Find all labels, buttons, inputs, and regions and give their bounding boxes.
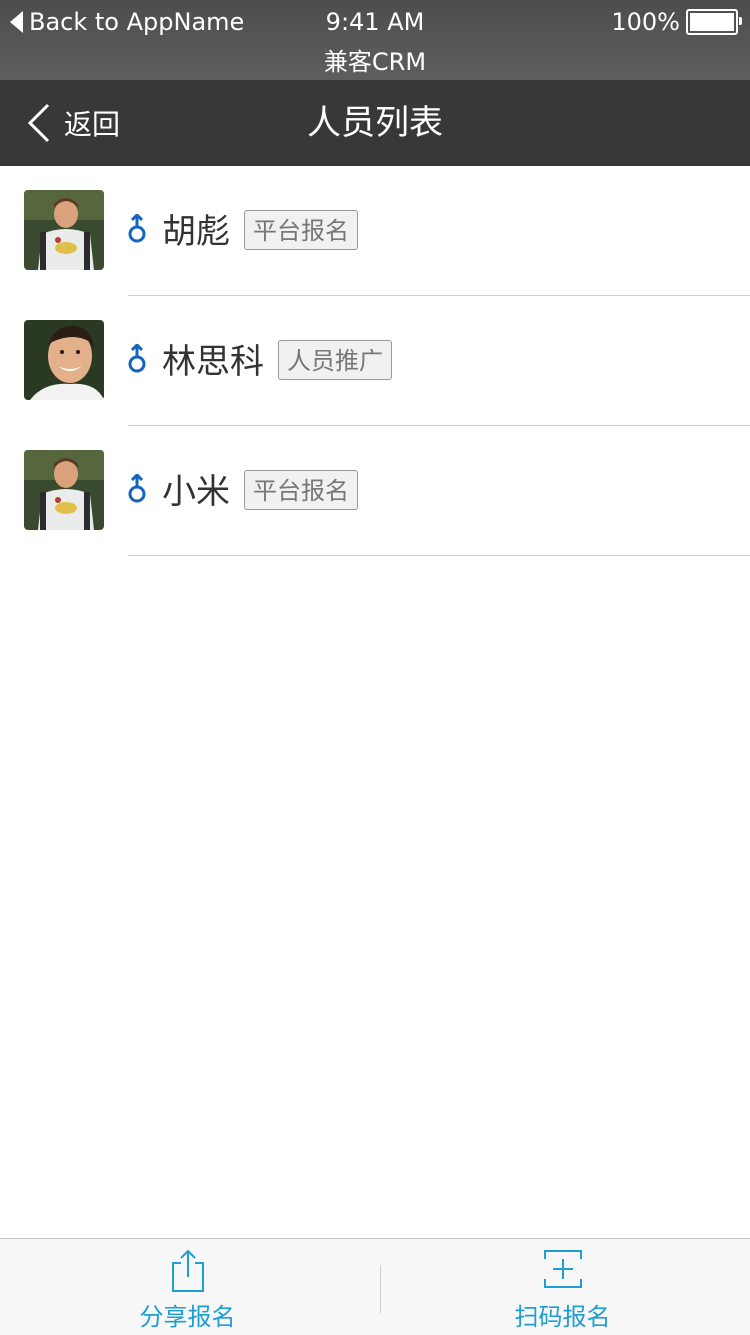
source-tag: 人员推广: [278, 340, 392, 380]
male-icon: [128, 214, 146, 243]
people-list: 胡彪 平台报名 林思科 人员推广 小米 平台报名: [0, 166, 750, 556]
scan-icon: [543, 1250, 582, 1288]
male-icon: [128, 474, 146, 503]
source-tag: 平台报名: [244, 470, 358, 510]
male-icon: [128, 344, 146, 373]
share-icon: [171, 1249, 204, 1292]
battery-percent: 100%: [611, 8, 680, 36]
avatar: [24, 450, 104, 530]
source-tag: 平台报名: [244, 210, 358, 250]
list-item[interactable]: 小米 平台报名: [0, 426, 750, 556]
scan-signup-label: 扫码报名: [514, 1303, 611, 1331]
scan-signup-button[interactable]: 扫码报名: [375, 1239, 750, 1335]
status-bar: Back to AppName 9:41 AM 兼客CRM 100%: [0, 0, 750, 80]
battery-indicator: 100%: [611, 8, 742, 36]
avatar: [24, 320, 104, 400]
list-item[interactable]: 胡彪 平台报名: [0, 166, 750, 296]
avatar: [24, 190, 104, 270]
navigation-bar: 返回 人员列表: [0, 80, 750, 166]
row-divider: [128, 555, 750, 556]
battery-icon: [686, 9, 742, 35]
page-title: 人员列表: [307, 103, 443, 143]
share-signup-button[interactable]: 分享报名: [0, 1239, 375, 1335]
person-name: 胡彪: [162, 212, 230, 252]
status-app-name: 兼客CRM: [323, 48, 427, 76]
bottom-action-bar: 分享报名 扫码报名: [0, 1238, 750, 1335]
person-name: 小米: [162, 472, 230, 512]
person-name: 林思科: [162, 342, 264, 382]
share-signup-label: 分享报名: [139, 1303, 236, 1331]
list-item[interactable]: 林思科 人员推广: [0, 296, 750, 426]
